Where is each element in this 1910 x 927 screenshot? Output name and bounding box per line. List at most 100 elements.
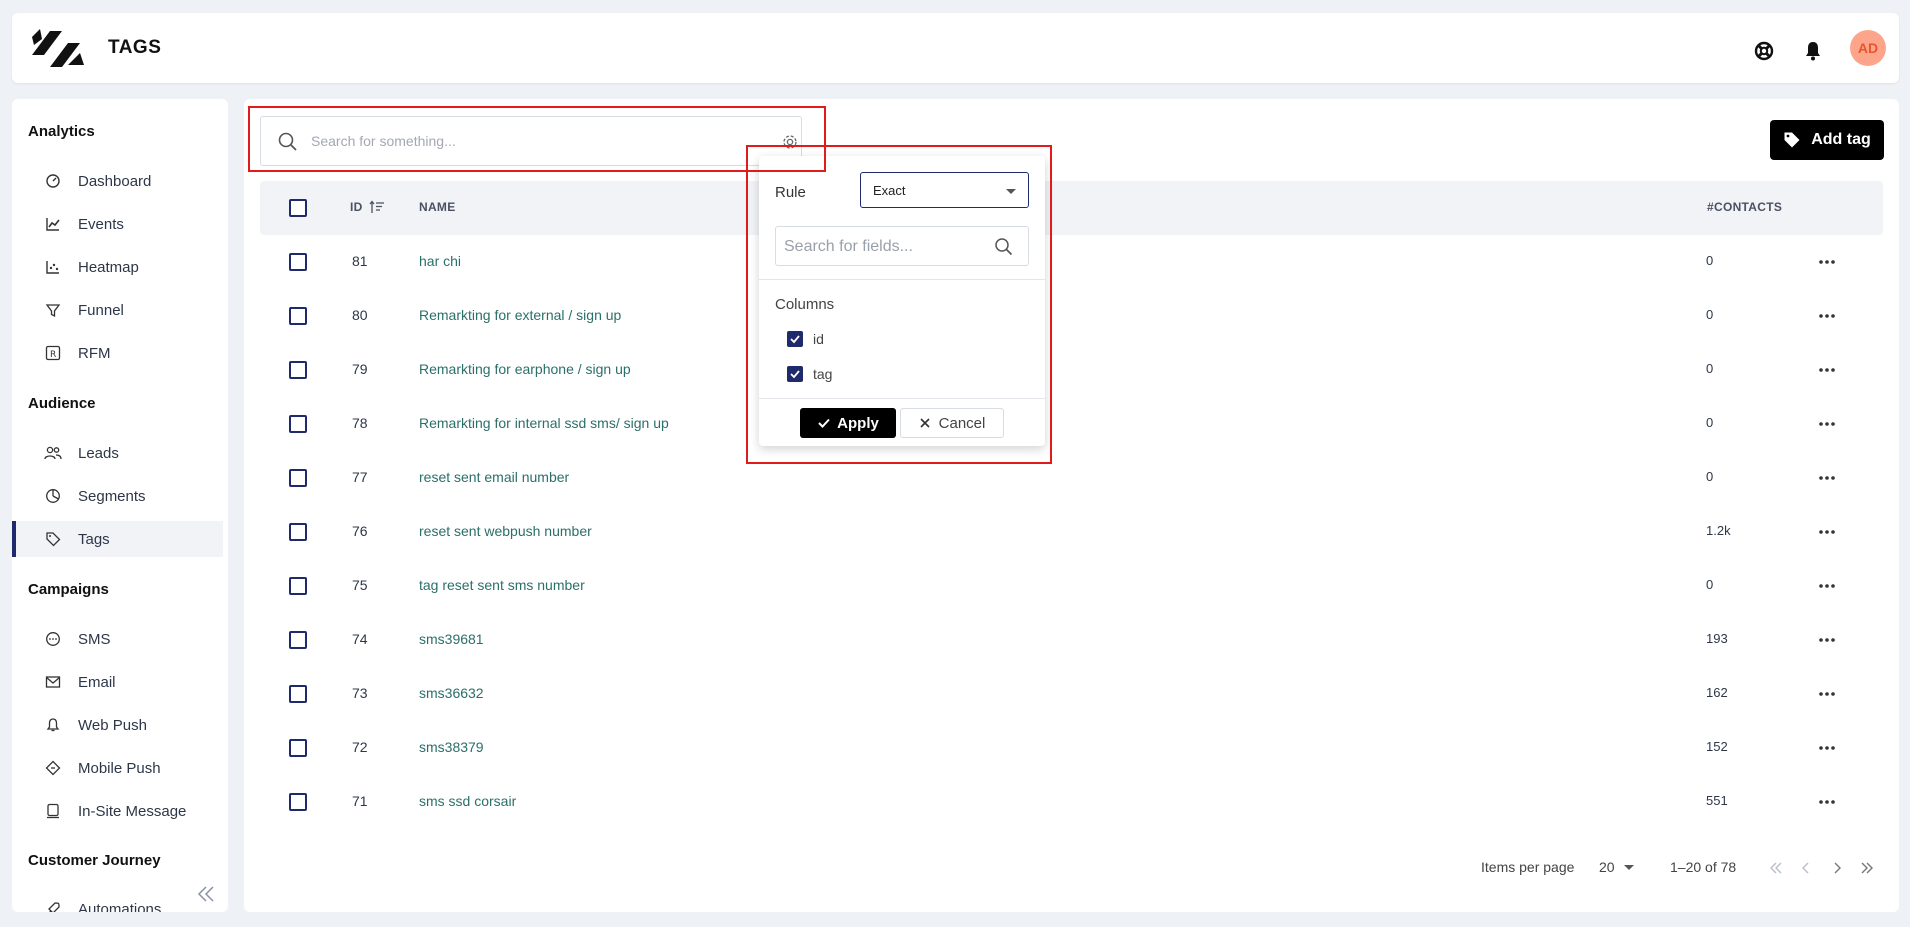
sidebar-item-email[interactable]: Email [12, 664, 223, 700]
apply-button[interactable]: Apply [800, 408, 896, 438]
rule-select[interactable]: Exact [860, 172, 1029, 208]
notification-bell-icon[interactable] [1801, 39, 1825, 63]
more-options-icon[interactable] [1815, 469, 1839, 487]
cancel-button[interactable]: Cancel [900, 408, 1004, 438]
cell-contacts: 0 [1706, 577, 1714, 592]
cell-contacts: 1.2k [1706, 523, 1731, 538]
pie-chart-icon [44, 487, 62, 505]
cell-name-link[interactable]: reset sent email number [419, 469, 569, 485]
more-options-icon[interactable] [1815, 577, 1839, 595]
more-options-icon[interactable] [1815, 523, 1839, 541]
previous-page-icon[interactable] [1797, 859, 1815, 877]
select-all-checkbox[interactable] [289, 199, 307, 217]
sidebar-item-in-site-message[interactable]: In-Site Message [12, 793, 223, 829]
sidebar-item-mobile-push[interactable]: Mobile Push [12, 750, 223, 786]
search-input[interactable] [311, 127, 731, 155]
table-header: ID NAME #CONTACTS [260, 181, 1883, 235]
table-row[interactable]: 76 reset sent webpush number 1.2k [260, 505, 1883, 559]
help-lifebuoy-icon[interactable] [1752, 39, 1776, 63]
more-options-icon[interactable] [1815, 793, 1839, 811]
sort-ascending-icon[interactable] [369, 200, 385, 214]
cell-id: 80 [352, 307, 368, 323]
column-header-contacts[interactable]: #CONTACTS [1707, 200, 1782, 214]
cell-contacts: 0 [1706, 307, 1714, 322]
table-row[interactable]: 74 sms39681 193 [260, 613, 1883, 667]
close-icon [920, 418, 930, 428]
sidebar-item-heatmap[interactable]: Heatmap [12, 249, 223, 285]
row-checkbox[interactable] [289, 793, 307, 811]
table-row[interactable]: 79 Remarkting for earphone / sign up 0 [260, 343, 1883, 397]
sidebar-item-label: Funnel [78, 301, 124, 319]
cell-id: 71 [352, 793, 368, 809]
row-checkbox[interactable] [289, 253, 307, 271]
first-page-icon[interactable] [1766, 859, 1784, 877]
cell-name-link[interactable]: har chi [419, 253, 461, 269]
sidebar-item-events[interactable]: Events [12, 206, 223, 242]
more-options-icon[interactable] [1815, 739, 1839, 757]
cell-contacts: 162 [1706, 685, 1728, 700]
cell-name-link[interactable]: sms ssd corsair [419, 793, 516, 809]
user-avatar[interactable]: AD [1850, 30, 1886, 66]
row-checkbox[interactable] [289, 361, 307, 379]
cell-name-link[interactable]: sms39681 [419, 631, 484, 647]
column-checkbox-id[interactable] [787, 331, 803, 347]
row-checkbox[interactable] [289, 307, 307, 325]
sidebar-item-web-push[interactable]: Web Push [12, 707, 223, 743]
collapse-sidebar-icon[interactable] [194, 882, 218, 906]
items-per-page-select[interactable]: 20 [1599, 859, 1635, 875]
row-checkbox[interactable] [289, 415, 307, 433]
sidebar-item-leads[interactable]: Leads [12, 435, 223, 471]
sidebar-section-analytics: Analytics [28, 123, 95, 140]
last-page-icon[interactable] [1859, 859, 1877, 877]
sidebar-item-tags[interactable]: Tags [12, 521, 223, 557]
sidebar: Analytics Dashboard Events Heatmap Funne… [12, 99, 228, 912]
row-checkbox[interactable] [289, 577, 307, 595]
table-row[interactable]: 73 sms36632 162 [260, 667, 1883, 721]
table-row[interactable]: 71 sms ssd corsair 551 [260, 775, 1883, 829]
cell-id: 76 [352, 523, 368, 539]
sidebar-item-rfm[interactable]: R RFM [12, 335, 223, 371]
table-row[interactable]: 80 Remarkting for external / sign up 0 [260, 289, 1883, 343]
field-search-input[interactable] [784, 236, 984, 258]
cell-name-link[interactable]: sms38379 [419, 739, 484, 755]
more-options-icon[interactable] [1815, 631, 1839, 649]
row-checkbox[interactable] [289, 469, 307, 487]
cell-name-link[interactable]: Remarkting for internal ssd sms/ sign up [419, 415, 669, 431]
more-options-icon[interactable] [1815, 685, 1839, 703]
more-options-icon[interactable] [1815, 307, 1839, 325]
app-logo[interactable] [28, 25, 88, 73]
more-options-icon[interactable] [1815, 253, 1839, 271]
cell-id: 73 [352, 685, 368, 701]
more-options-icon[interactable] [1815, 361, 1839, 379]
sidebar-item-label: Events [78, 215, 124, 233]
columns-label: Columns [775, 296, 835, 313]
row-checkbox[interactable] [289, 685, 307, 703]
cell-name-link[interactable]: tag reset sent sms number [419, 577, 585, 593]
cell-name-link[interactable]: Remarkting for earphone / sign up [419, 361, 631, 377]
row-checkbox[interactable] [289, 739, 307, 757]
row-checkbox[interactable] [289, 631, 307, 649]
sidebar-item-automations[interactable]: Automations [12, 891, 223, 912]
table-row[interactable]: 72 sms38379 152 [260, 721, 1883, 775]
cell-name-link[interactable]: sms36632 [419, 685, 484, 701]
cell-name-link[interactable]: reset sent webpush number [419, 523, 592, 539]
table-row[interactable]: 77 reset sent email number 0 [260, 451, 1883, 505]
sidebar-item-funnel[interactable]: Funnel [12, 292, 223, 328]
search-settings-gear-icon[interactable] [781, 133, 799, 151]
table-row[interactable]: 78 Remarkting for internal ssd sms/ sign … [260, 397, 1883, 451]
column-header-id[interactable]: ID [350, 200, 385, 214]
column-header-name[interactable]: NAME [419, 200, 456, 214]
sidebar-item-dashboard[interactable]: Dashboard [12, 163, 223, 199]
table-row[interactable]: 81 har chi 0 [260, 235, 1883, 289]
more-options-icon[interactable] [1815, 415, 1839, 433]
row-checkbox[interactable] [289, 523, 307, 541]
add-tag-button[interactable]: Add tag [1770, 120, 1884, 160]
next-page-icon[interactable] [1828, 859, 1846, 877]
sidebar-item-sms[interactable]: SMS [12, 621, 223, 657]
column-checkbox-tag[interactable] [787, 366, 803, 382]
bell-icon [44, 716, 62, 734]
cell-name-link[interactable]: Remarkting for external / sign up [419, 307, 621, 323]
cell-id: 79 [352, 361, 368, 377]
table-row[interactable]: 75 tag reset sent sms number 0 [260, 559, 1883, 613]
sidebar-item-segments[interactable]: Segments [12, 478, 223, 514]
